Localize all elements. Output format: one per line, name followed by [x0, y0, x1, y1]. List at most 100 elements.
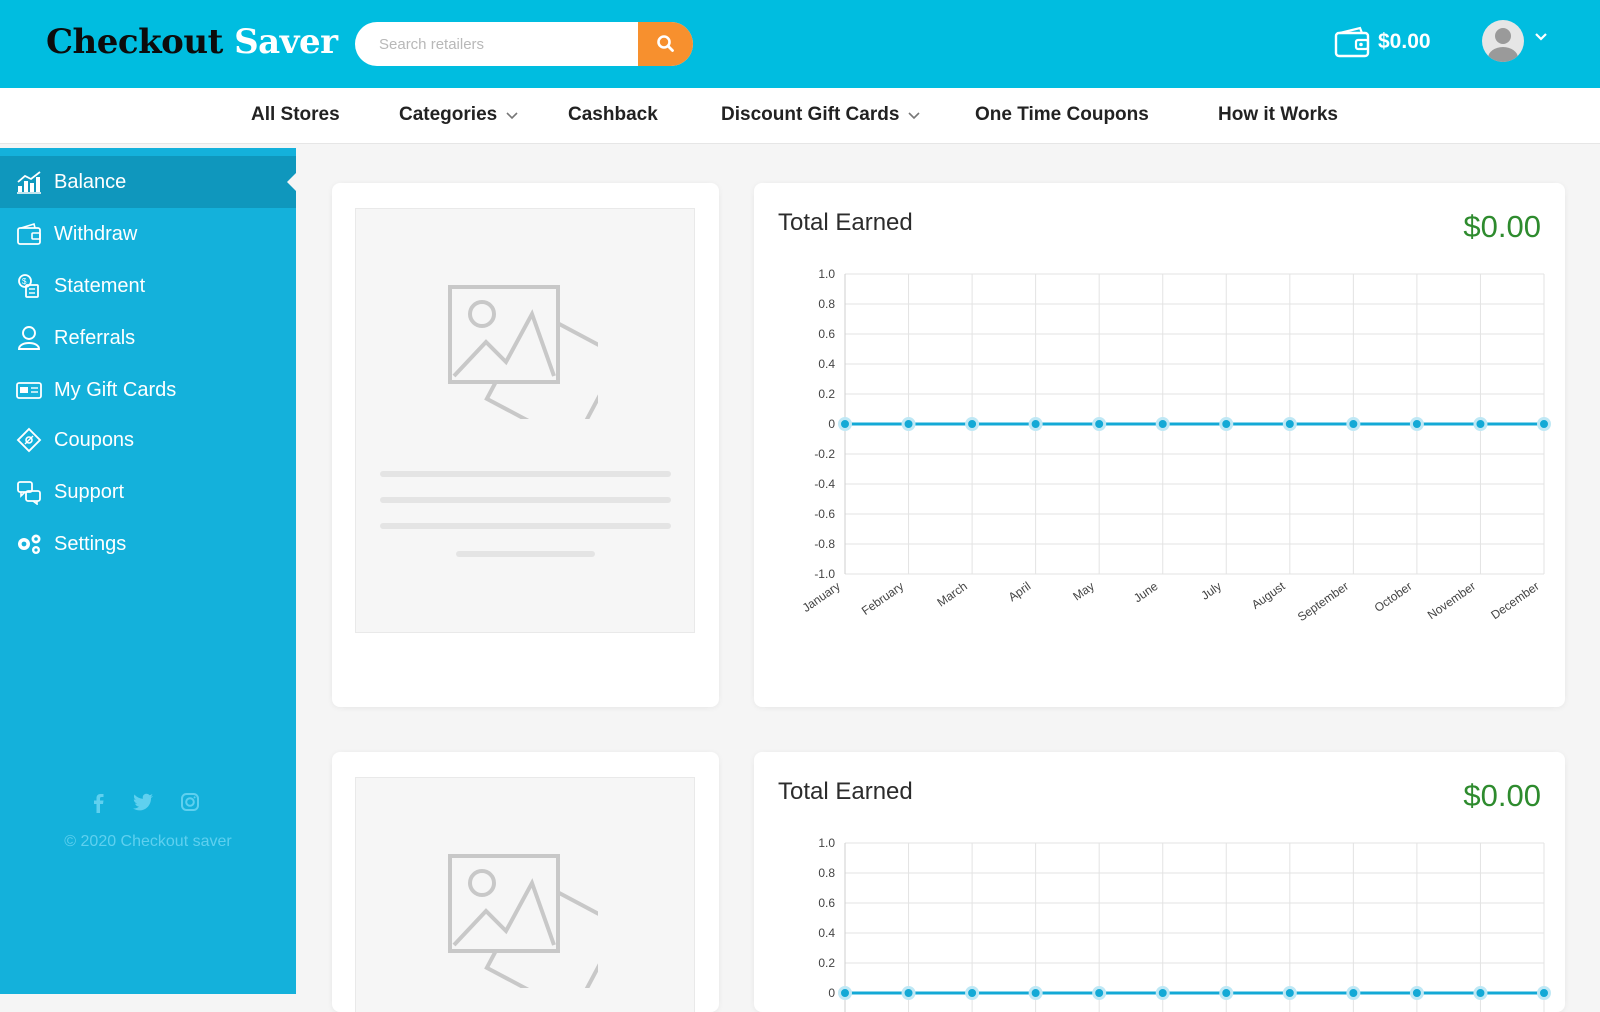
- data-point: [1092, 417, 1107, 431]
- nav-label: How it Works: [1218, 104, 1338, 125]
- data-point: [1409, 417, 1424, 431]
- wallet-balance[interactable]: $0.00: [1334, 26, 1431, 58]
- y-tick-label: -0.2: [814, 447, 835, 461]
- nav-cashback[interactable]: Cashback: [568, 104, 658, 126]
- y-tick-label: 0.6: [818, 327, 835, 341]
- data-point: [1409, 986, 1424, 1000]
- x-tick-label: January: [800, 579, 843, 615]
- search-button[interactable]: [638, 22, 693, 66]
- user-avatar-icon: [1488, 28, 1518, 62]
- image-placeholder: [355, 777, 695, 1012]
- sidebar-item-statement[interactable]: $ Statement: [0, 260, 296, 312]
- statement-icon: $: [14, 271, 44, 301]
- user-icon: [14, 323, 44, 353]
- nav-label: Discount Gift Cards: [721, 104, 900, 125]
- y-tick-label: -0.6: [814, 507, 835, 521]
- sidebar: Balance Withdraw $ Statement Referrals M…: [0, 148, 296, 994]
- active-indicator: [287, 173, 296, 191]
- y-tick-label: -1.0: [814, 567, 835, 581]
- sidebar-item-withdraw[interactable]: Withdraw: [0, 208, 296, 260]
- x-tick-label: September: [1295, 579, 1351, 624]
- wallet-icon: [14, 219, 44, 249]
- promo-card: [332, 183, 719, 707]
- sidebar-item-label: Balance: [54, 170, 127, 193]
- data-point: [1537, 986, 1551, 1000]
- chevron-down-icon: [908, 112, 920, 120]
- nav-categories[interactable]: Categories: [399, 104, 519, 126]
- data-point: [1028, 986, 1043, 1000]
- data-point: [1155, 417, 1170, 431]
- image-placeholder: [355, 208, 695, 633]
- sidebar-item-my-gift-cards[interactable]: My Gift Cards: [0, 364, 296, 416]
- sidebar-item-label: Support: [54, 480, 125, 503]
- instagram-icon[interactable]: [180, 792, 200, 812]
- sidebar-item-label: Coupons: [54, 428, 135, 451]
- copyright-text: © 2020 Checkout saver: [64, 833, 232, 850]
- support-icon: [14, 477, 44, 507]
- logo[interactable]: Checkout Saver: [46, 22, 338, 62]
- x-tick-label: June: [1131, 579, 1161, 606]
- x-tick-label: August: [1249, 579, 1288, 612]
- wallet-icon: [1334, 26, 1370, 58]
- coupon-icon: [14, 425, 44, 455]
- y-tick-label: 0: [828, 986, 835, 1000]
- sidebar-item-label: Withdraw: [54, 222, 138, 245]
- data-point: [1346, 417, 1361, 431]
- chevron-down-icon[interactable]: [1534, 32, 1548, 42]
- gift-card-icon: [14, 375, 44, 405]
- sidebar-item-balance[interactable]: Balance: [0, 156, 296, 208]
- y-tick-label: 0.2: [818, 956, 835, 970]
- y-tick-label: 0.2: [818, 387, 835, 401]
- logo-checkout: Checkout: [46, 22, 223, 62]
- data-point: [1028, 417, 1043, 431]
- sidebar-item-coupons[interactable]: Coupons: [0, 414, 296, 466]
- x-tick-label: April: [1006, 579, 1034, 604]
- nav-label: Cashback: [568, 104, 658, 125]
- data-point: [1282, 986, 1297, 1000]
- y-tick-label: -0.4: [814, 477, 835, 491]
- sidebar-item-support[interactable]: Support: [0, 466, 296, 518]
- wallet-amount: $0.00: [1378, 30, 1431, 53]
- data-point: [965, 986, 980, 1000]
- nav-one-time-coupons[interactable]: One Time Coupons: [975, 104, 1149, 126]
- image-placeholder-icon: [448, 285, 598, 419]
- y-tick-label: 0.8: [818, 866, 835, 880]
- nav-label: One Time Coupons: [975, 104, 1149, 125]
- x-tick-label: May: [1070, 579, 1097, 603]
- earnings-line-chart: 1.0 0.8 0.6 0.4 0.2 0 -0.2 -0.4 -0.6 -0.8 -1.0Janu…: [800, 267, 1551, 624]
- x-tick-label: March: [934, 579, 969, 610]
- data-point: [1537, 417, 1551, 431]
- top-header: Checkout Saver $0.00: [0, 0, 1600, 88]
- nav-label: All Stores: [251, 104, 340, 125]
- data-point: [838, 417, 852, 431]
- twitter-icon[interactable]: [132, 792, 154, 812]
- main-nav: All Stores Categories Cashback Discount …: [0, 88, 1600, 144]
- earnings-line-chart: 1.0 0.8 0.6 0.4 0.2 0: [818, 836, 1551, 1012]
- data-point: [1219, 417, 1234, 431]
- nav-discount-gift-cards[interactable]: Discount Gift Cards: [721, 104, 921, 126]
- search-bar: [355, 22, 693, 66]
- avatar[interactable]: [1482, 20, 1524, 62]
- search-input[interactable]: [355, 22, 638, 66]
- nav-how-it-works[interactable]: How it Works: [1218, 104, 1338, 126]
- facebook-icon[interactable]: [90, 792, 106, 814]
- search-icon: [656, 35, 674, 52]
- image-placeholder-icon: [448, 854, 598, 988]
- y-tick-label: 0.4: [818, 926, 835, 940]
- nav-all-stores[interactable]: All Stores: [251, 104, 340, 126]
- placeholder-line: [456, 551, 595, 557]
- chevron-down-icon: [506, 112, 518, 120]
- sidebar-item-referrals[interactable]: Referrals: [0, 312, 296, 364]
- gears-icon: [14, 529, 44, 559]
- data-point: [901, 986, 916, 1000]
- promo-card: [332, 752, 719, 1012]
- placeholder-line: [380, 497, 671, 503]
- y-tick-label: 0.4: [818, 357, 835, 371]
- x-tick-label: October: [1372, 579, 1415, 615]
- y-tick-label: -0.8: [814, 537, 835, 551]
- data-point: [1092, 986, 1107, 1000]
- y-tick-label: 0.8: [818, 297, 835, 311]
- placeholder-line: [380, 471, 671, 477]
- data-point: [965, 417, 980, 431]
- sidebar-item-settings[interactable]: Settings: [0, 518, 296, 570]
